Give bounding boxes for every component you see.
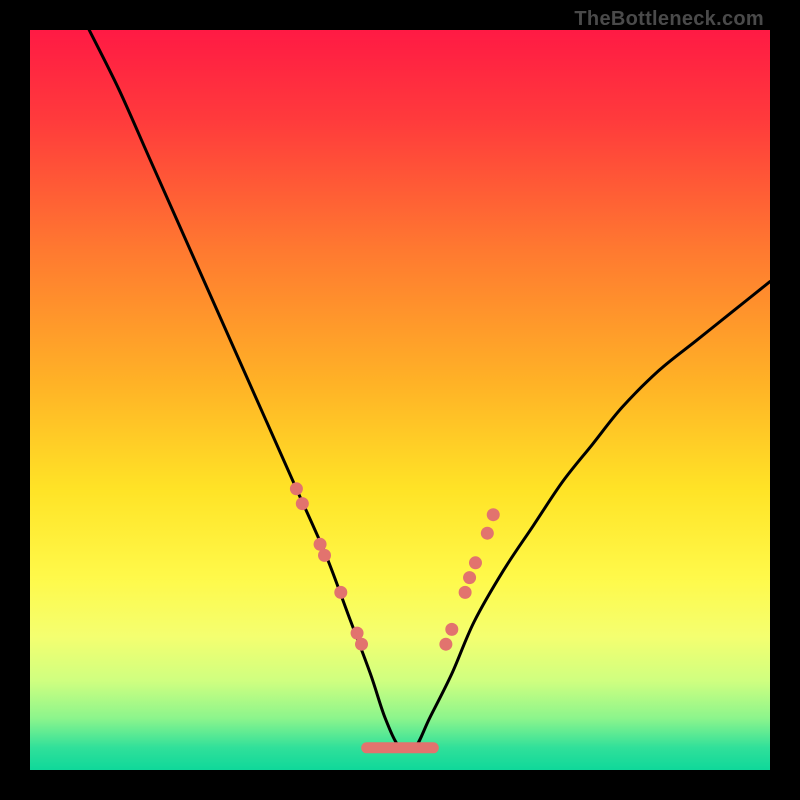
bottleneck-chart (30, 30, 770, 770)
data-point-marker (445, 623, 458, 636)
data-point-marker (351, 627, 364, 640)
data-point-marker (459, 586, 472, 599)
data-point-marker (318, 549, 331, 562)
data-point-marker (469, 556, 482, 569)
data-point-marker (355, 638, 368, 651)
data-point-marker (487, 508, 500, 521)
data-point-marker (290, 482, 303, 495)
data-point-marker (314, 538, 327, 551)
watermark-text: TheBottleneck.com (574, 8, 764, 31)
data-point-marker (334, 586, 347, 599)
data-point-marker (439, 638, 452, 651)
data-point-marker (481, 527, 494, 540)
chart-frame (30, 30, 770, 770)
data-point-marker (296, 497, 309, 510)
data-point-marker (463, 571, 476, 584)
